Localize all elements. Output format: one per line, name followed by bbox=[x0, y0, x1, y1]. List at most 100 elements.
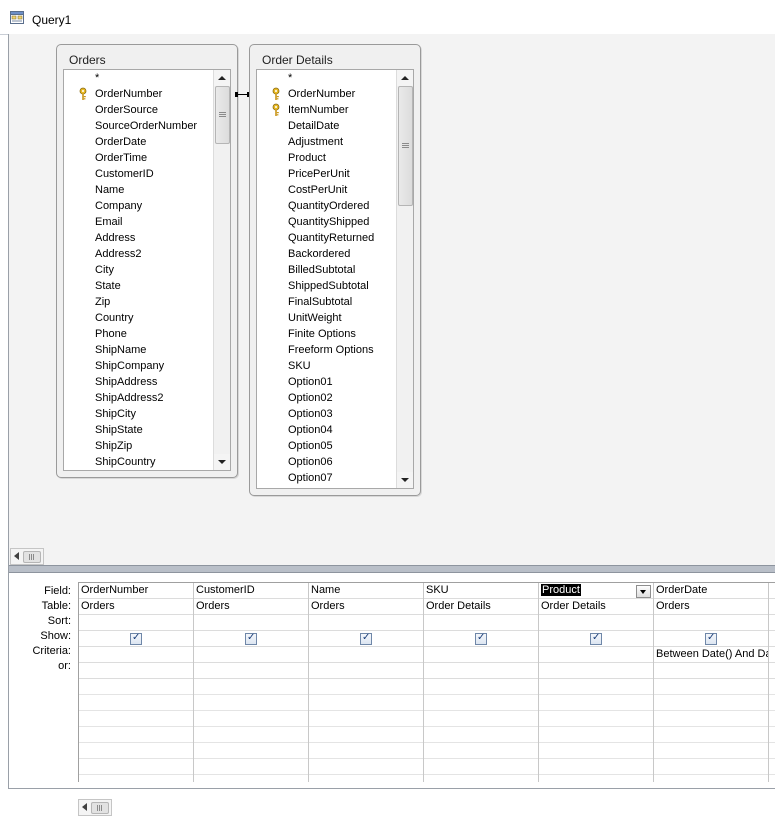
grid-cell-empty[interactable] bbox=[654, 679, 768, 695]
scroll-down-arrow[interactable] bbox=[397, 472, 413, 488]
grid-cell-empty[interactable] bbox=[539, 695, 653, 711]
grid-cell-criteria[interactable] bbox=[769, 647, 775, 663]
scroll-left-arrow[interactable] bbox=[14, 552, 19, 560]
grid-column[interactable] bbox=[769, 583, 775, 782]
field-item[interactable]: ShipState bbox=[64, 422, 212, 438]
grid-cell-empty[interactable] bbox=[424, 711, 538, 727]
grid-cell-empty[interactable] bbox=[194, 759, 308, 775]
field-item[interactable]: Address bbox=[64, 230, 212, 246]
grid-cell-empty[interactable] bbox=[79, 759, 193, 775]
grid-cell-empty[interactable] bbox=[539, 711, 653, 727]
field-item[interactable]: * bbox=[257, 70, 395, 86]
grid-cell-table[interactable]: Orders bbox=[79, 599, 193, 615]
grid-cell-empty[interactable] bbox=[424, 759, 538, 775]
grid-cell-empty[interactable] bbox=[654, 743, 768, 759]
checkbox-checked-icon[interactable]: ✓ bbox=[130, 632, 142, 645]
grid-cell-sort[interactable] bbox=[424, 615, 538, 631]
scroll-thumb[interactable] bbox=[23, 551, 41, 563]
grid-cell-criteria[interactable] bbox=[309, 647, 423, 663]
grid-cell-empty[interactable] bbox=[424, 695, 538, 711]
grid-column[interactable]: Name Orders ✓ bbox=[309, 583, 424, 782]
field-item[interactable]: Option04 bbox=[257, 422, 395, 438]
field-item[interactable]: BilledSubtotal bbox=[257, 262, 395, 278]
order-details-scrollbar[interactable] bbox=[396, 70, 413, 488]
field-item[interactable]: CustomerID bbox=[64, 166, 212, 182]
scroll-thumb[interactable] bbox=[91, 802, 109, 814]
grid-column[interactable]: OrderNumber Orders ✓ bbox=[79, 583, 194, 782]
scroll-left-arrow[interactable] bbox=[82, 803, 87, 811]
grid-cell-empty[interactable] bbox=[79, 727, 193, 743]
field-item[interactable]: Product bbox=[257, 150, 395, 166]
grid-cell-field[interactable]: Product bbox=[539, 583, 653, 599]
grid-cell-empty[interactable] bbox=[424, 679, 538, 695]
grid-cell-empty[interactable] bbox=[309, 711, 423, 727]
grid-cell-empty[interactable] bbox=[194, 711, 308, 727]
grid-cell-sort[interactable] bbox=[309, 615, 423, 631]
scroll-up-arrow[interactable] bbox=[397, 70, 413, 86]
grid-cell-or[interactable] bbox=[539, 663, 653, 679]
query-design-grid[interactable]: OrderNumber Orders ✓ CustomerID Orders ✓ Name O… bbox=[78, 582, 775, 782]
orders-field-list[interactable]: Orders * OrderNumber OrderSource SourceOrde… bbox=[56, 44, 238, 478]
grid-cell-empty[interactable] bbox=[654, 775, 768, 782]
field-item[interactable]: Freeform Options bbox=[257, 342, 395, 358]
field-item[interactable]: Finite Options bbox=[257, 326, 395, 342]
field-item[interactable]: ItemNumber bbox=[257, 102, 395, 118]
checkbox-checked-icon[interactable]: ✓ bbox=[705, 632, 717, 645]
grid-cell-empty[interactable] bbox=[309, 727, 423, 743]
grid-cell-criteria[interactable]: Between Date() And Da bbox=[654, 647, 768, 663]
field-item[interactable]: QuantityOrdered bbox=[257, 198, 395, 214]
order-details-field-list[interactable]: Order Details * OrderNumber ItemNumber Deta… bbox=[249, 44, 421, 496]
grid-cell-show[interactable]: ✓ bbox=[539, 631, 653, 647]
grid-cell-or[interactable] bbox=[309, 663, 423, 679]
field-item[interactable]: Name bbox=[64, 182, 212, 198]
grid-cell-or[interactable] bbox=[769, 663, 775, 679]
grid-cell-or[interactable] bbox=[424, 663, 538, 679]
grid-cell-empty[interactable] bbox=[769, 775, 775, 782]
field-item[interactable]: OrderTime bbox=[64, 150, 212, 166]
field-item[interactable]: Option02 bbox=[257, 390, 395, 406]
field-item[interactable]: SKU bbox=[257, 358, 395, 374]
grid-cell-empty[interactable] bbox=[79, 775, 193, 782]
field-item[interactable]: OrderNumber bbox=[64, 86, 212, 102]
table-pane[interactable]: Orders * OrderNumber OrderSource SourceOrde… bbox=[9, 34, 775, 547]
checkbox-checked-icon[interactable]: ✓ bbox=[360, 632, 372, 645]
grid-cell-empty[interactable] bbox=[769, 679, 775, 695]
scroll-up-arrow[interactable] bbox=[214, 70, 230, 86]
grid-cell-empty[interactable] bbox=[194, 679, 308, 695]
grid-column[interactable]: CustomerID Orders ✓ bbox=[194, 583, 309, 782]
field-item[interactable]: State bbox=[64, 278, 212, 294]
grid-cell-sort[interactable] bbox=[79, 615, 193, 631]
field-item[interactable]: ShipName bbox=[64, 342, 212, 358]
grid-cell-empty[interactable] bbox=[309, 775, 423, 782]
grid-column[interactable]: Product Order Details ✓ bbox=[539, 583, 654, 782]
field-item[interactable]: Country bbox=[64, 310, 212, 326]
field-item[interactable]: City bbox=[64, 262, 212, 278]
grid-cell-empty[interactable] bbox=[194, 695, 308, 711]
grid-cell-or[interactable] bbox=[79, 663, 193, 679]
checkbox-checked-icon[interactable]: ✓ bbox=[245, 632, 257, 645]
grid-cell-criteria[interactable] bbox=[194, 647, 308, 663]
field-item[interactable]: ShipCompany bbox=[64, 358, 212, 374]
scroll-thumb[interactable] bbox=[398, 86, 413, 206]
grid-cell-show[interactable] bbox=[769, 631, 775, 647]
pane-splitter[interactable] bbox=[9, 565, 775, 573]
field-item[interactable]: ShippedSubtotal bbox=[257, 278, 395, 294]
field-item[interactable]: Company bbox=[64, 198, 212, 214]
grid-cell-show[interactable]: ✓ bbox=[79, 631, 193, 647]
grid-cell-empty[interactable] bbox=[194, 727, 308, 743]
grid-cell-show[interactable]: ✓ bbox=[654, 631, 768, 647]
grid-cell-empty[interactable] bbox=[539, 759, 653, 775]
grid-cell-or[interactable] bbox=[654, 663, 768, 679]
grid-cell-empty[interactable] bbox=[424, 775, 538, 782]
field-item[interactable]: Option01 bbox=[257, 374, 395, 390]
grid-column[interactable]: SKU Order Details ✓ bbox=[424, 583, 539, 782]
grid-cell-empty[interactable] bbox=[769, 743, 775, 759]
dropdown-button[interactable] bbox=[636, 585, 651, 598]
field-item[interactable]: QuantityShipped bbox=[257, 214, 395, 230]
field-item[interactable]: CostPerUnit bbox=[257, 182, 395, 198]
grid-cell-show[interactable]: ✓ bbox=[194, 631, 308, 647]
field-item[interactable]: DetailDate bbox=[257, 118, 395, 134]
grid-cell-criteria[interactable] bbox=[79, 647, 193, 663]
grid-cell-empty[interactable] bbox=[79, 695, 193, 711]
grid-cell-empty[interactable] bbox=[769, 711, 775, 727]
